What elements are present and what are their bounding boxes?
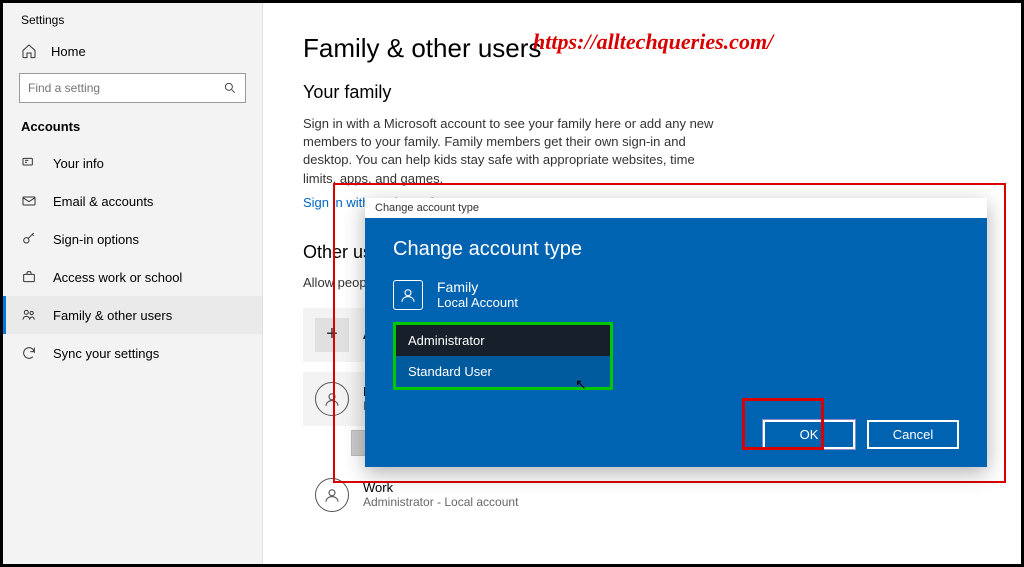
nav-signin[interactable]: Sign-in options (3, 220, 262, 258)
dialog-account-name: Family (437, 279, 518, 295)
people-icon (21, 307, 37, 323)
user-role: Administrator - Local account (363, 495, 518, 509)
user-icon (21, 155, 37, 171)
option-administrator[interactable]: Administrator (396, 325, 610, 356)
ok-button[interactable]: OK (763, 420, 855, 449)
account-type-dropdown[interactable]: Administrator Standard User (393, 322, 613, 390)
nav-label: Sign-in options (53, 232, 139, 247)
sidebar-section-accounts: Accounts (3, 113, 262, 144)
key-icon (21, 231, 37, 247)
dialog-titlebar: Change account type (365, 198, 987, 218)
nav-label: Email & accounts (53, 194, 153, 209)
nav-label: Access work or school (53, 270, 182, 285)
mail-icon (21, 193, 37, 209)
cancel-button[interactable]: Cancel (867, 420, 959, 449)
search-input[interactable] (28, 81, 223, 95)
avatar-icon (315, 382, 349, 416)
family-heading: Your family (303, 82, 981, 103)
nav-sync[interactable]: Sync your settings (3, 334, 262, 372)
nav-family[interactable]: Family & other users (3, 296, 262, 334)
avatar-icon (315, 478, 349, 512)
dialog-account-type: Local Account (437, 295, 518, 310)
briefcase-icon (21, 269, 37, 285)
watermark-url: https://alltechqueries.com/ (533, 29, 773, 55)
nav-work[interactable]: Access work or school (3, 258, 262, 296)
account-avatar-icon (393, 280, 423, 310)
nav-email[interactable]: Email & accounts (3, 182, 262, 220)
sync-icon (21, 345, 37, 361)
nav-label: Family & other users (53, 308, 172, 323)
home-label: Home (51, 44, 86, 59)
nav-label: Sync your settings (53, 346, 159, 361)
nav-your-info[interactable]: Your info (3, 144, 262, 182)
home-icon (21, 43, 37, 59)
family-description: Sign in with a Microsoft account to see … (303, 115, 723, 188)
search-icon (223, 81, 237, 95)
app-title: Settings (3, 3, 262, 33)
search-box[interactable] (19, 73, 246, 103)
dialog-heading: Change account type (393, 238, 959, 261)
home-nav[interactable]: Home (3, 33, 262, 69)
option-standard-user[interactable]: Standard User (396, 356, 610, 387)
change-account-dialog: Change account type Change account type … (365, 198, 987, 467)
user-name: Work (363, 480, 518, 495)
user-row[interactable]: Work Administrator - Local account (303, 468, 723, 522)
nav-label: Your info (53, 156, 104, 171)
plus-icon: + (315, 318, 349, 352)
